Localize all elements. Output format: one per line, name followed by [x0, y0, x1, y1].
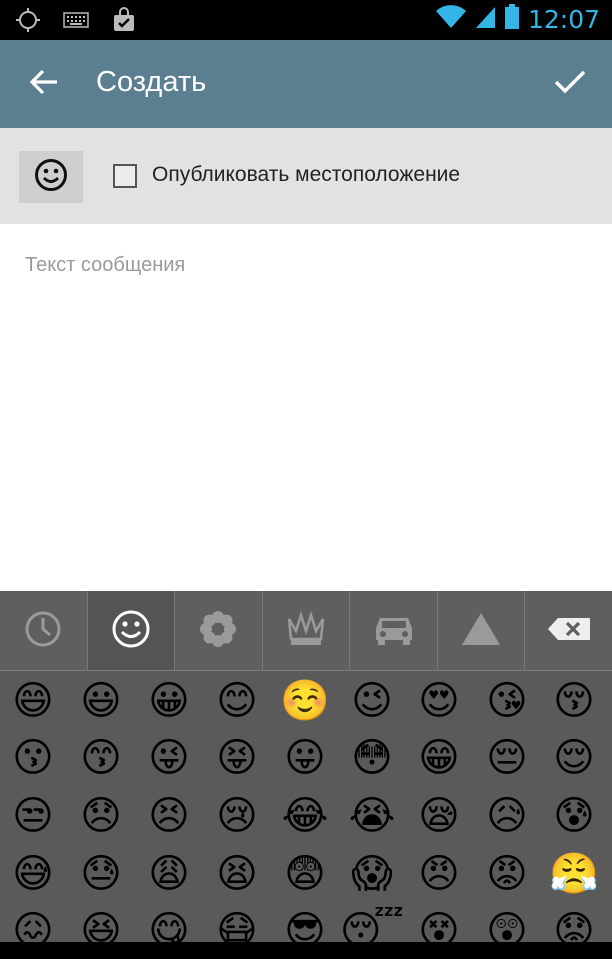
emoji-key[interactable]: 😊 — [203, 673, 271, 729]
emoji-key[interactable]: 😵 — [405, 903, 473, 959]
emoji-key[interactable]: 😲 — [473, 903, 541, 959]
emoji-key[interactable]: 😙 — [67, 730, 135, 786]
emoji-category-tabs — [0, 591, 612, 671]
options-bar: Опубликовать местоположение — [0, 128, 612, 224]
emoji-key[interactable]: 😉 — [338, 673, 406, 729]
emoji-key[interactable]: 😎 — [271, 903, 339, 959]
crown-icon — [285, 609, 327, 653]
emoji-grid: 😄 😃 😀 😊 ☺️ 😉 😍 😘 😚 😗 😙 😜 😝 😛 😳 😁 😔 😌 😒 😞 😣 😢 😂 😭 😪 😥 😰 😅 😓 😩 😫 😨 😱 😠 😡 😤 😖 😆 😋… — [0, 671, 612, 951]
emoji-key[interactable]: 😅 — [0, 846, 67, 902]
emoji-key[interactable]: 😣 — [135, 788, 203, 844]
tab-people[interactable] — [87, 591, 176, 670]
publish-location-label[interactable]: Опубликовать местоположение — [152, 163, 460, 187]
emoji-key[interactable]: 😛 — [271, 730, 339, 786]
tab-nature[interactable] — [175, 591, 263, 670]
gps-icon — [14, 6, 42, 34]
emoji-key[interactable]: 😄 — [0, 673, 67, 729]
emoji-key[interactable]: 😓 — [67, 846, 135, 902]
emoji-key[interactable]: 😆 — [67, 903, 135, 959]
tab-recent[interactable] — [0, 591, 88, 670]
message-input[interactable]: Текст сообщения — [25, 254, 185, 277]
status-bar: 12:07 — [0, 0, 612, 40]
emoji-key[interactable]: 😭 — [338, 788, 406, 844]
signal-icon — [474, 5, 496, 33]
triangle-icon — [460, 611, 502, 651]
emoji-key[interactable]: 😡 — [473, 846, 541, 902]
emoji-key[interactable]: 😪 — [405, 788, 473, 844]
emoji-key[interactable]: 😱 — [338, 846, 406, 902]
car-icon — [372, 612, 416, 650]
emoji-key[interactable]: 😃 — [67, 673, 135, 729]
emoji-key[interactable]: 😴 — [338, 903, 406, 959]
smiley-icon — [34, 158, 68, 196]
emoji-key[interactable]: 😀 — [135, 673, 203, 729]
wifi-icon — [435, 5, 466, 33]
emoji-key[interactable]: 😫 — [203, 846, 271, 902]
emoji-key[interactable]: 😠 — [405, 846, 473, 902]
emoji-key[interactable]: 😗 — [0, 730, 67, 786]
emoji-key[interactable]: 😞 — [67, 788, 135, 844]
keyboard-icon — [62, 6, 90, 34]
emoji-key[interactable]: 😝 — [203, 730, 271, 786]
emoji-key[interactable]: 😷 — [203, 903, 271, 959]
flower-icon — [198, 609, 238, 653]
checkmark-icon — [554, 69, 586, 99]
emoji-key[interactable]: 😰 — [540, 788, 608, 844]
emoji-key[interactable]: 😚 — [540, 673, 608, 729]
emoji-key[interactable]: 😩 — [135, 846, 203, 902]
back-button[interactable] — [22, 62, 66, 106]
confirm-button[interactable] — [548, 62, 592, 106]
emoji-toggle-button[interactable] — [19, 151, 83, 203]
page-title: Создать — [96, 66, 207, 98]
emoji-key[interactable]: 😜 — [135, 730, 203, 786]
emoji-key[interactable]: 😳 — [338, 730, 406, 786]
emoji-key[interactable]: 😖 — [0, 903, 67, 959]
backspace-icon — [546, 616, 592, 646]
emoji-key[interactable]: 😁 — [405, 730, 473, 786]
emoji-key[interactable]: 😢 — [203, 788, 271, 844]
tab-symbols[interactable] — [438, 591, 526, 670]
tab-places[interactable] — [350, 591, 438, 670]
emoji-key[interactable]: ☺️ — [271, 673, 339, 729]
emoji-keyboard: 😄 😃 😀 😊 ☺️ 😉 😍 😘 😚 😗 😙 😜 😝 😛 😳 😁 😔 😌 😒 😞 😣 😢 😂 😭 😪 😥 😰 😅 😓 😩 😫 😨 😱 😠 😡 😤 😖 😆 😋… — [0, 591, 612, 951]
publish-location-checkbox[interactable] — [113, 164, 137, 188]
emoji-key[interactable]: 😤 — [540, 846, 608, 902]
smiley-icon — [111, 609, 151, 653]
emoji-key[interactable]: 😋 — [135, 903, 203, 959]
message-area[interactable]: Текст сообщения — [0, 224, 612, 591]
battery-icon — [504, 4, 520, 34]
emoji-key[interactable]: 😘 — [473, 673, 541, 729]
emoji-key[interactable]: 😍 — [405, 673, 473, 729]
clock: 12:07 — [527, 4, 600, 34]
emoji-key[interactable]: 😔 — [473, 730, 541, 786]
emoji-key[interactable]: 😒 — [0, 788, 67, 844]
emoji-key[interactable]: 😨 — [271, 846, 339, 902]
emoji-key[interactable]: 😟 — [540, 903, 608, 959]
arrow-left-icon — [29, 69, 59, 99]
shopping-bag-icon — [110, 6, 138, 34]
clock-icon — [24, 610, 62, 652]
tab-objects[interactable] — [263, 591, 351, 670]
emoji-key[interactable]: 😂 — [271, 788, 339, 844]
backspace-button[interactable] — [525, 591, 612, 670]
app-bar: Создать — [0, 40, 612, 128]
emoji-key[interactable]: 😥 — [473, 788, 541, 844]
emoji-key[interactable]: 😌 — [540, 730, 608, 786]
